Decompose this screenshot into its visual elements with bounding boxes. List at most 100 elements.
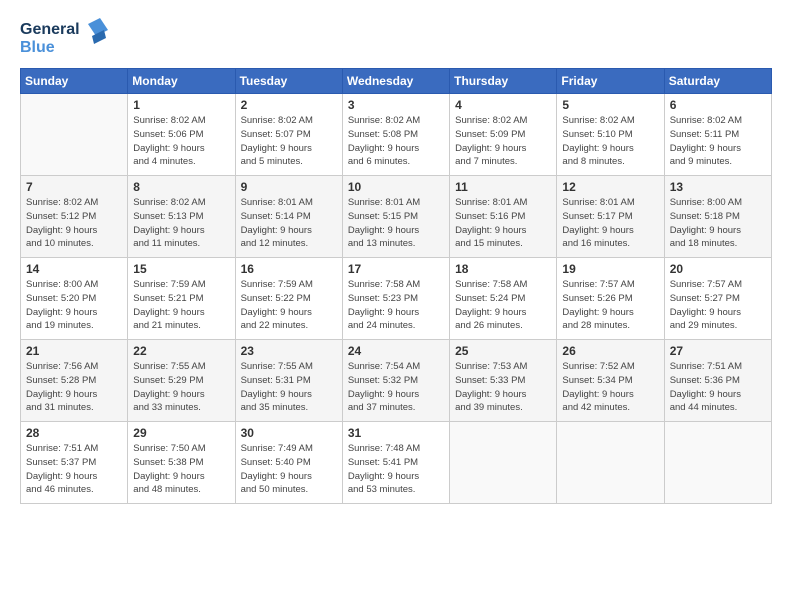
day-cell: 13 Sunrise: 8:00 AM Sunset: 5:18 PM Dayli…: [664, 176, 771, 258]
day-info: Sunrise: 7:58 AM Sunset: 5:24 PM Dayligh…: [455, 278, 551, 333]
day-info: Sunrise: 8:02 AM Sunset: 5:12 PM Dayligh…: [26, 196, 122, 251]
day-number: 29: [133, 426, 229, 440]
day-number: 9: [241, 180, 337, 194]
day-info: Sunrise: 7:49 AM Sunset: 5:40 PM Dayligh…: [241, 442, 337, 497]
weekday-header-friday: Friday: [557, 69, 664, 94]
day-cell: 18 Sunrise: 7:58 AM Sunset: 5:24 PM Dayli…: [450, 258, 557, 340]
day-number: 17: [348, 262, 444, 276]
svg-text:General: General: [20, 21, 80, 38]
day-number: 31: [348, 426, 444, 440]
day-cell: 12 Sunrise: 8:01 AM Sunset: 5:17 PM Dayli…: [557, 176, 664, 258]
day-cell: 30 Sunrise: 7:49 AM Sunset: 5:40 PM Dayli…: [235, 422, 342, 504]
day-cell: [664, 422, 771, 504]
day-info: Sunrise: 7:53 AM Sunset: 5:33 PM Dayligh…: [455, 360, 551, 415]
day-info: Sunrise: 8:02 AM Sunset: 5:11 PM Dayligh…: [670, 114, 766, 169]
weekday-header-thursday: Thursday: [450, 69, 557, 94]
day-number: 4: [455, 98, 551, 112]
day-cell: [450, 422, 557, 504]
week-row-1: 1 Sunrise: 8:02 AM Sunset: 5:06 PM Daylig…: [21, 94, 772, 176]
day-cell: [557, 422, 664, 504]
day-info: Sunrise: 8:02 AM Sunset: 5:10 PM Dayligh…: [562, 114, 658, 169]
day-info: Sunrise: 7:58 AM Sunset: 5:23 PM Dayligh…: [348, 278, 444, 333]
week-row-5: 28 Sunrise: 7:51 AM Sunset: 5:37 PM Dayli…: [21, 422, 772, 504]
calendar-table: SundayMondayTuesdayWednesdayThursdayFrid…: [20, 68, 772, 504]
day-info: Sunrise: 8:02 AM Sunset: 5:06 PM Dayligh…: [133, 114, 229, 169]
weekday-header-monday: Monday: [128, 69, 235, 94]
day-number: 8: [133, 180, 229, 194]
day-cell: 27 Sunrise: 7:51 AM Sunset: 5:36 PM Dayli…: [664, 340, 771, 422]
day-cell: 17 Sunrise: 7:58 AM Sunset: 5:23 PM Dayli…: [342, 258, 449, 340]
day-cell: 1 Sunrise: 8:02 AM Sunset: 5:06 PM Daylig…: [128, 94, 235, 176]
day-cell: 4 Sunrise: 8:02 AM Sunset: 5:09 PM Daylig…: [450, 94, 557, 176]
day-cell: 16 Sunrise: 7:59 AM Sunset: 5:22 PM Dayli…: [235, 258, 342, 340]
day-cell: 29 Sunrise: 7:50 AM Sunset: 5:38 PM Dayli…: [128, 422, 235, 504]
day-cell: 24Sunrise: 7:54 AM Sunset: 5:32 PM Dayli…: [342, 340, 449, 422]
day-number: 1: [133, 98, 229, 112]
day-cell: 25 Sunrise: 7:53 AM Sunset: 5:33 PM Dayli…: [450, 340, 557, 422]
day-cell: 21 Sunrise: 7:56 AM Sunset: 5:28 PM Dayli…: [21, 340, 128, 422]
day-cell: 3 Sunrise: 8:02 AM Sunset: 5:08 PM Daylig…: [342, 94, 449, 176]
day-number: 19: [562, 262, 658, 276]
week-row-3: 14 Sunrise: 8:00 AM Sunset: 5:20 PM Dayli…: [21, 258, 772, 340]
day-number: 6: [670, 98, 766, 112]
day-cell: 15Sunrise: 7:59 AM Sunset: 5:21 PM Dayli…: [128, 258, 235, 340]
day-info: Sunrise: 7:57 AM Sunset: 5:26 PM Dayligh…: [562, 278, 658, 333]
day-info: Sunrise: 7:52 AM Sunset: 5:34 PM Dayligh…: [562, 360, 658, 415]
day-number: 21: [26, 344, 122, 358]
weekday-header-sunday: Sunday: [21, 69, 128, 94]
day-info: Sunrise: 7:51 AM Sunset: 5:36 PM Dayligh…: [670, 360, 766, 415]
day-cell: 14 Sunrise: 8:00 AM Sunset: 5:20 PM Dayli…: [21, 258, 128, 340]
day-number: 3: [348, 98, 444, 112]
day-info: Sunrise: 8:01 AM Sunset: 5:14 PM Dayligh…: [241, 196, 337, 251]
day-info: Sunrise: 7:55 AM Sunset: 5:29 PM Dayligh…: [133, 360, 229, 415]
day-cell: 23 Sunrise: 7:55 AM Sunset: 5:31 PM Dayli…: [235, 340, 342, 422]
day-cell: 31 Sunrise: 7:48 AM Sunset: 5:41 PM Dayli…: [342, 422, 449, 504]
day-number: 12: [562, 180, 658, 194]
day-number: 26: [562, 344, 658, 358]
day-number: 20: [670, 262, 766, 276]
day-number: 2: [241, 98, 337, 112]
day-info: Sunrise: 8:02 AM Sunset: 5:13 PM Dayligh…: [133, 196, 229, 251]
day-cell: 26 Sunrise: 7:52 AM Sunset: 5:34 PM Dayli…: [557, 340, 664, 422]
day-info: Sunrise: 7:55 AM Sunset: 5:31 PM Dayligh…: [241, 360, 337, 415]
day-number: 16: [241, 262, 337, 276]
day-info: Sunrise: 7:50 AM Sunset: 5:38 PM Dayligh…: [133, 442, 229, 497]
day-cell: 19 Sunrise: 7:57 AM Sunset: 5:26 PM Dayli…: [557, 258, 664, 340]
weekday-header-saturday: Saturday: [664, 69, 771, 94]
day-number: 15: [133, 262, 229, 276]
day-number: 14: [26, 262, 122, 276]
day-cell: 2Sunrise: 8:02 AM Sunset: 5:07 PM Daylig…: [235, 94, 342, 176]
day-number: 23: [241, 344, 337, 358]
weekday-header-row: SundayMondayTuesdayWednesdayThursdayFrid…: [21, 69, 772, 94]
day-number: 28: [26, 426, 122, 440]
page: General Blue SundayMondayTuesdayWednesda…: [0, 0, 792, 612]
day-number: 25: [455, 344, 551, 358]
day-info: Sunrise: 8:01 AM Sunset: 5:17 PM Dayligh…: [562, 196, 658, 251]
day-cell: 22Sunrise: 7:55 AM Sunset: 5:29 PM Dayli…: [128, 340, 235, 422]
day-info: Sunrise: 8:02 AM Sunset: 5:09 PM Dayligh…: [455, 114, 551, 169]
day-number: 30: [241, 426, 337, 440]
day-info: Sunrise: 7:59 AM Sunset: 5:22 PM Dayligh…: [241, 278, 337, 333]
day-cell: 20Sunrise: 7:57 AM Sunset: 5:27 PM Dayli…: [664, 258, 771, 340]
weekday-header-tuesday: Tuesday: [235, 69, 342, 94]
day-info: Sunrise: 8:01 AM Sunset: 5:15 PM Dayligh…: [348, 196, 444, 251]
day-info: Sunrise: 7:51 AM Sunset: 5:37 PM Dayligh…: [26, 442, 122, 497]
day-cell: 11Sunrise: 8:01 AM Sunset: 5:16 PM Dayli…: [450, 176, 557, 258]
week-row-2: 7 Sunrise: 8:02 AM Sunset: 5:12 PM Daylig…: [21, 176, 772, 258]
day-number: 13: [670, 180, 766, 194]
day-cell: [21, 94, 128, 176]
day-number: 7: [26, 180, 122, 194]
day-cell: 7 Sunrise: 8:02 AM Sunset: 5:12 PM Daylig…: [21, 176, 128, 258]
day-number: 24: [348, 344, 444, 358]
day-number: 5: [562, 98, 658, 112]
day-info: Sunrise: 8:00 AM Sunset: 5:20 PM Dayligh…: [26, 278, 122, 333]
day-info: Sunrise: 8:00 AM Sunset: 5:18 PM Dayligh…: [670, 196, 766, 251]
day-number: 27: [670, 344, 766, 358]
day-info: Sunrise: 7:48 AM Sunset: 5:41 PM Dayligh…: [348, 442, 444, 497]
week-row-4: 21 Sunrise: 7:56 AM Sunset: 5:28 PM Dayli…: [21, 340, 772, 422]
day-number: 11: [455, 180, 551, 194]
logo: General Blue: [20, 16, 110, 58]
day-number: 18: [455, 262, 551, 276]
day-info: Sunrise: 7:56 AM Sunset: 5:28 PM Dayligh…: [26, 360, 122, 415]
day-info: Sunrise: 8:02 AM Sunset: 5:08 PM Dayligh…: [348, 114, 444, 169]
